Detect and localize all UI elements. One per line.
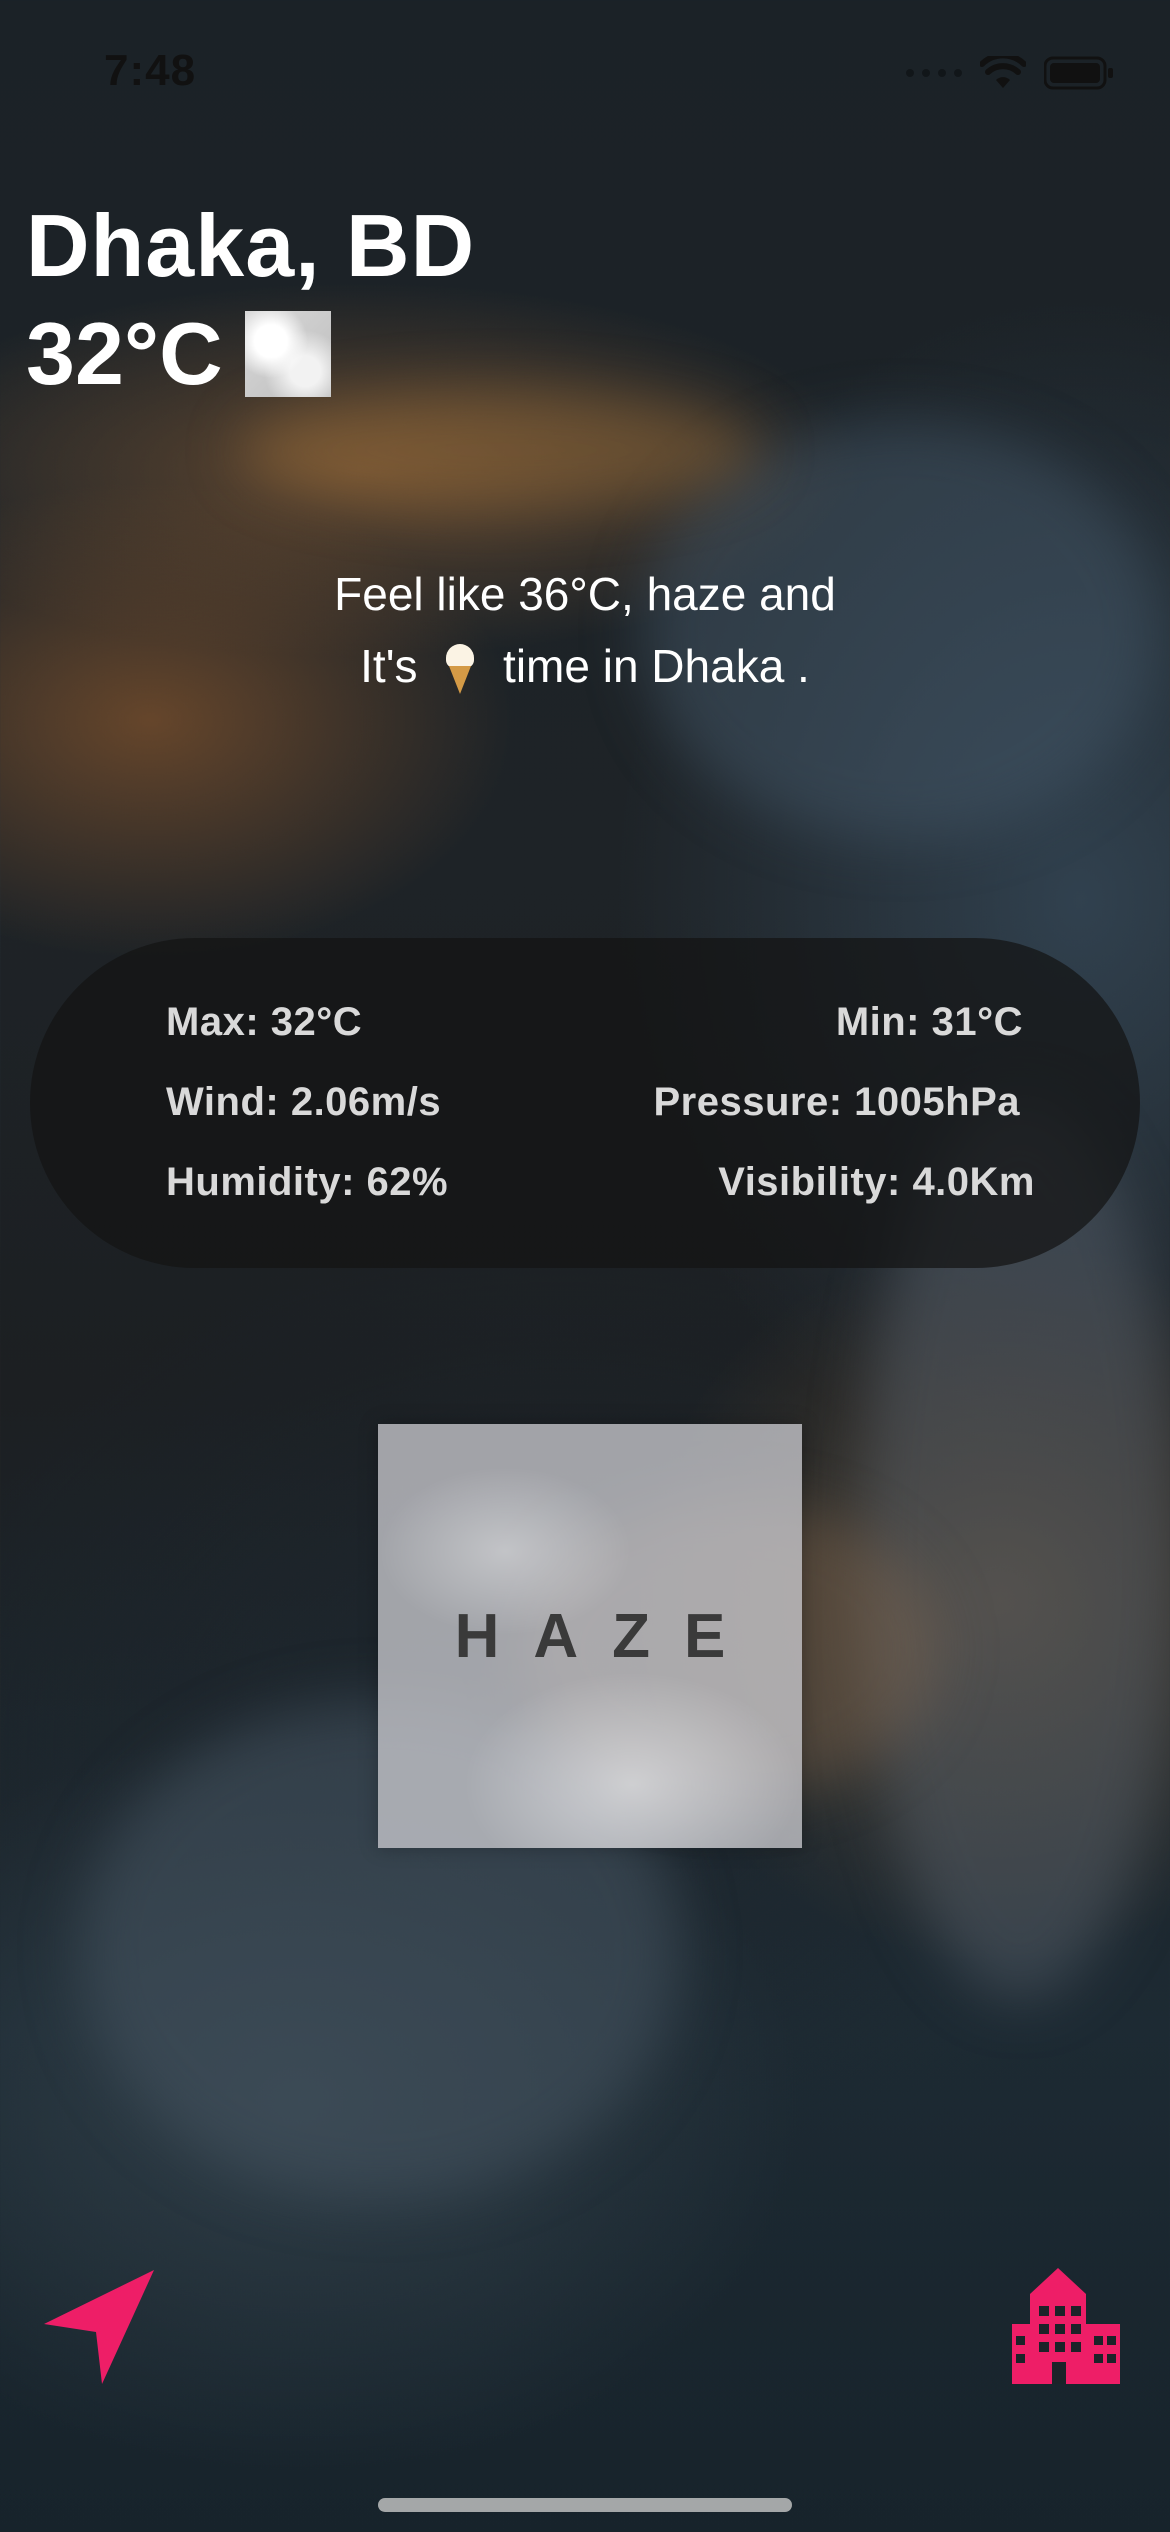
summary-line-2: It's time in Dhaka .	[0, 630, 1170, 702]
stat-humidity: Humidity: 62%	[166, 1160, 449, 1204]
status-icons	[906, 56, 1114, 90]
location-arrow-icon	[44, 2270, 154, 2384]
current-location-button[interactable]	[40, 2264, 160, 2384]
condition-card: HAZE	[378, 1424, 802, 1848]
stat-pressure: Pressure: 1005hPa	[653, 1080, 1020, 1124]
battery-icon	[1044, 56, 1113, 90]
temperature-row: 32°C	[26, 304, 475, 404]
weather-summary: Feel like 36°C, haze and It's time in Dh…	[0, 558, 1170, 702]
stats-panel: Max: 32°C Min: 31°C Wind: 2.06m/s Pressu…	[30, 938, 1140, 1268]
city-search-button[interactable]	[1008, 2264, 1128, 2384]
city-buildings-icon	[1012, 2268, 1120, 2384]
summary-suffix: time in Dhaka .	[503, 640, 810, 692]
summary-line-1: Feel like 36°C, haze and	[334, 568, 836, 620]
location-header: Dhaka, BD 32°C	[26, 196, 475, 404]
stat-wind: Wind: 2.06m/s	[166, 1080, 442, 1124]
stat-visibility: Visibility: 4.0Km	[718, 1160, 1035, 1204]
city-name: Dhaka, BD	[26, 196, 476, 295]
stat-min: Min: 31°C	[835, 1000, 1023, 1044]
status-bar: 7:48	[0, 0, 1170, 140]
status-time: 7:48	[104, 46, 197, 95]
home-indicator[interactable]	[378, 2498, 792, 2512]
wifi-icon	[980, 56, 1026, 88]
current-temperature: 32°C	[26, 304, 223, 403]
stat-max: Max: 32°C	[166, 1000, 363, 1044]
cloud-shape	[240, 390, 760, 510]
cloud-thumbnail-icon	[244, 311, 331, 397]
ice-cream-icon	[440, 643, 480, 696]
signal-dots-icon	[906, 69, 962, 77]
condition-label: HAZE	[454, 1601, 760, 1671]
summary-prefix: It's	[360, 640, 418, 692]
